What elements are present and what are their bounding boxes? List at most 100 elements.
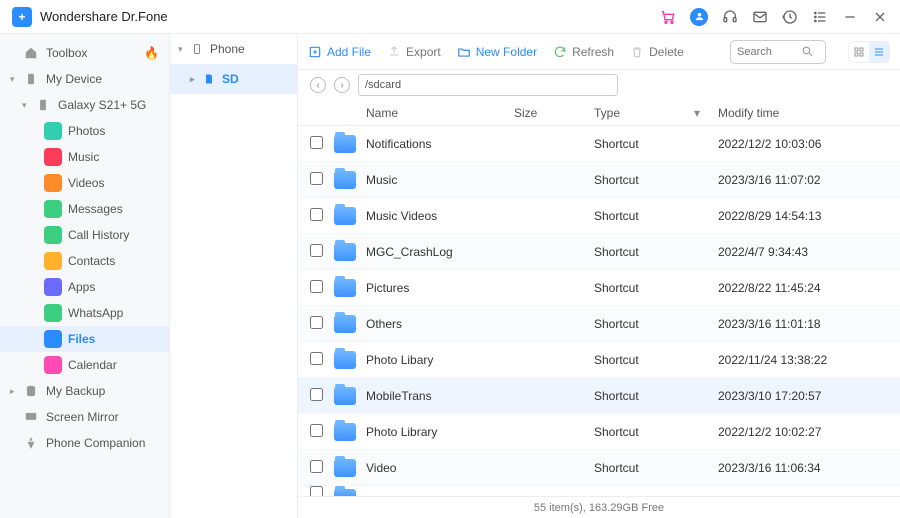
menu-list-icon[interactable] <box>812 9 828 25</box>
sidebar-item-calendar[interactable]: Calendar <box>0 352 169 378</box>
file-time: 2023/3/10 17:20:57 <box>718 389 888 403</box>
table-row[interactable]: NotificationsShortcut2022/12/2 10:03:06 <box>298 126 900 162</box>
folder-icon <box>334 243 356 261</box>
row-checkbox[interactable] <box>310 136 323 149</box>
sidebar: Toolbox 🔥 ▾ My Device ▾ Galaxy S21+ 5G P… <box>0 34 170 518</box>
app-icon <box>44 148 62 166</box>
row-checkbox[interactable] <box>310 352 323 365</box>
file-time: 2023/3/16 11:07:02 <box>718 173 888 187</box>
sidebar-item-files[interactable]: Files <box>0 326 169 352</box>
row-checkbox[interactable] <box>310 316 323 329</box>
delete-button[interactable]: Delete <box>630 45 684 59</box>
folder-icon <box>334 489 356 497</box>
folder-icon <box>334 207 356 225</box>
companion-icon <box>22 434 40 452</box>
search-input[interactable] <box>737 46 801 58</box>
table-row[interactable]: OthersShortcut2023/3/16 11:01:18 <box>298 306 900 342</box>
refresh-button[interactable]: Refresh <box>553 45 614 59</box>
search-box[interactable] <box>730 40 826 64</box>
forward-button[interactable]: › <box>334 77 350 93</box>
sidebar-item-toolbox[interactable]: Toolbox 🔥 <box>0 40 169 66</box>
app-icon <box>44 226 62 244</box>
sidebar-item-videos[interactable]: Videos <box>0 170 169 196</box>
table-row[interactable]: Music Shortcut 2023/3/16 11:07:02 <box>298 162 900 198</box>
cart-icon[interactable] <box>660 9 676 25</box>
headset-icon[interactable] <box>722 9 738 25</box>
sidebar-item-call-history[interactable]: Call History <box>0 222 169 248</box>
col-name[interactable]: Name <box>360 106 514 120</box>
col-size[interactable]: Size <box>514 106 594 120</box>
row-checkbox[interactable] <box>310 388 323 401</box>
history-icon[interactable] <box>782 9 798 25</box>
sidebar-item-photos[interactable]: Photos <box>0 118 169 144</box>
export-button[interactable]: Export <box>387 45 441 59</box>
sidebar-item-messages[interactable]: Messages <box>0 196 169 222</box>
screen-icon <box>22 408 40 426</box>
row-checkbox[interactable] <box>310 280 323 293</box>
add-file-button[interactable]: Add File <box>308 45 371 59</box>
sort-icon[interactable]: ▾ <box>694 106 718 120</box>
folder-icon <box>334 315 356 333</box>
flame-icon: 🔥 <box>144 46 159 60</box>
file-time: 2022/12/2 10:03:06 <box>718 137 888 151</box>
table-row[interactable]: PicturesShortcut2022/8/22 11:45:24 <box>298 270 900 306</box>
table-row[interactable]: Music VideosShortcut2022/8/29 14:54:13 <box>298 198 900 234</box>
file-type: Shortcut <box>594 245 694 259</box>
row-checkbox[interactable] <box>310 208 323 221</box>
sidebar-item-contacts[interactable]: Contacts <box>0 248 169 274</box>
row-checkbox[interactable] <box>310 486 323 497</box>
sidebar-item-mydevice[interactable]: ▾ My Device <box>0 66 169 92</box>
sidebar-item-device[interactable]: ▾ Galaxy S21+ 5G <box>0 92 169 118</box>
table-row[interactable]: MGC_CrashLogShortcut2022/4/7 9:34:43 <box>298 234 900 270</box>
row-checkbox[interactable] <box>310 460 323 473</box>
sidebar-item-mybackup[interactable]: ▸ My Backup <box>0 378 169 404</box>
app-icon <box>44 174 62 192</box>
table-row[interactable]: MobileTransShortcut2023/3/10 17:20:57 <box>298 378 900 414</box>
file-name: Photo Libary <box>360 353 514 367</box>
table-row[interactable]: Photo LibaryShortcut2022/11/24 13:38:22 <box>298 342 900 378</box>
sidebar-item-screenmirror[interactable]: Screen Mirror <box>0 404 169 430</box>
row-checkbox[interactable] <box>310 424 323 437</box>
table-row[interactable] <box>298 486 900 496</box>
table-row[interactable]: Photo LibraryShortcut2022/12/2 10:02:27 <box>298 414 900 450</box>
file-time: 2022/11/24 13:38:22 <box>718 353 888 367</box>
col-time[interactable]: Modify time <box>718 106 888 120</box>
pathbar: ‹ › <box>298 70 900 100</box>
folder-icon <box>334 459 356 477</box>
row-checkbox[interactable] <box>310 244 323 257</box>
sidebar-item-apps[interactable]: Apps <box>0 274 169 300</box>
file-type: Shortcut <box>594 209 694 223</box>
back-button[interactable]: ‹ <box>310 77 326 93</box>
home-icon <box>22 44 40 62</box>
file-name: Music Videos <box>360 209 514 223</box>
table-row[interactable]: VideoShortcut2023/3/16 11:06:34 <box>298 450 900 486</box>
sidebar-item-companion[interactable]: Phone Companion <box>0 430 169 456</box>
file-type: Shortcut <box>594 389 694 403</box>
close-icon[interactable] <box>872 9 888 25</box>
path-input[interactable] <box>358 74 618 96</box>
file-name: Photo Library <box>360 425 514 439</box>
device-icon <box>34 96 52 114</box>
table-header: Name Size Type ▾ Modify time <box>298 100 900 126</box>
grid-view-button[interactable] <box>849 42 869 62</box>
file-name: MGC_CrashLog <box>360 245 514 259</box>
user-icon[interactable] <box>690 8 708 26</box>
file-name: Music <box>360 173 514 187</box>
folder-icon <box>334 387 356 405</box>
row-checkbox[interactable] <box>310 172 323 185</box>
list-view-button[interactable] <box>869 42 889 62</box>
phone-icon <box>190 42 204 56</box>
sidebar-item-whatsapp[interactable]: WhatsApp <box>0 300 169 326</box>
app-title: Wondershare Dr.Fone <box>40 9 168 24</box>
minimize-icon[interactable] <box>842 9 858 25</box>
new-folder-button[interactable]: New Folder <box>457 45 537 59</box>
app-icon <box>44 252 62 270</box>
app-icon <box>44 278 62 296</box>
middle-item-sd[interactable]: ▸ SD <box>170 64 297 94</box>
col-type[interactable]: Type <box>594 106 694 120</box>
sidebar-item-music[interactable]: Music <box>0 144 169 170</box>
middle-item-phone[interactable]: ▾ Phone <box>170 34 297 64</box>
file-type: Shortcut <box>594 173 694 187</box>
app-icon <box>44 330 62 348</box>
mail-icon[interactable] <box>752 9 768 25</box>
